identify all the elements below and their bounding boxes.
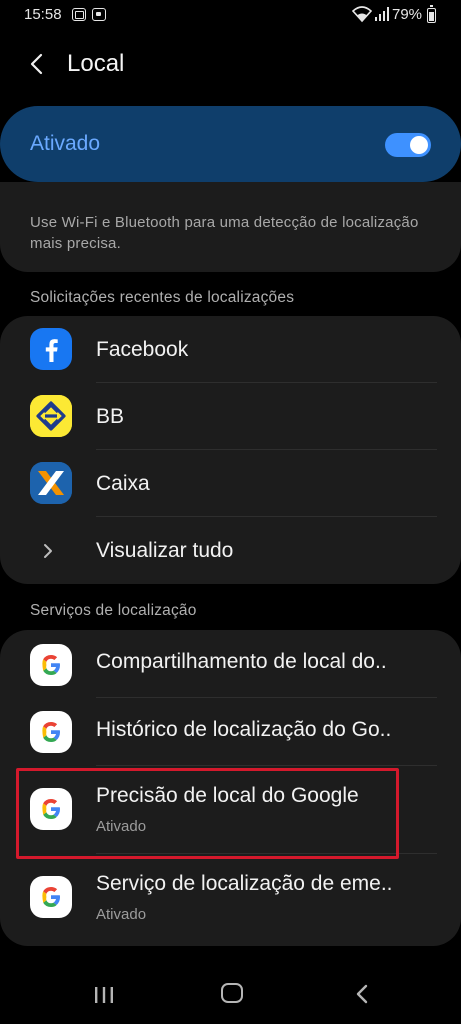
wifi-icon [352, 6, 372, 23]
service-status: Ativado [96, 906, 147, 923]
view-all-button[interactable]: Visualizar tudo [0, 517, 461, 584]
app-name: Facebook [96, 338, 189, 361]
banco-do-brasil-icon [30, 395, 72, 437]
notification-icon [92, 8, 106, 21]
accuracy-description: Use Wi-Fi e Bluetooth para uma detecção … [30, 214, 419, 252]
master-toggle-label: Ativado [30, 132, 101, 155]
system-nav-bar [0, 960, 461, 1024]
google-icon [30, 644, 72, 686]
page-title: Local [67, 50, 125, 77]
status-bar: 15:58 79% [0, 0, 461, 32]
accuracy-option-card[interactable]: Use Wi-Fi e Bluetooth para uma detecção … [0, 182, 461, 272]
app-name: BB [96, 405, 125, 428]
location-services-list: Compartilhamento de local do.. Histórico… [0, 630, 461, 946]
section-header-services: Serviços de localização [30, 602, 197, 619]
signal-icon [375, 7, 389, 21]
google-icon [30, 876, 72, 918]
google-icon [30, 788, 72, 830]
list-item-bb[interactable]: BB [0, 383, 461, 450]
battery-percent: 79% [392, 6, 423, 23]
section-header-recent: Solicitações recentes de localizações [30, 289, 295, 306]
facebook-icon [30, 328, 72, 370]
home-icon[interactable] [221, 983, 243, 1003]
google-icon [30, 711, 72, 753]
toggle-knob [410, 136, 428, 154]
recent-requests-list: Facebook BB Caixa Visualizar tudo [0, 316, 461, 584]
list-item-google-location-accuracy[interactable]: Precisão de local do Google Ativado [0, 766, 461, 854]
view-all-label: Visualizar tudo [96, 539, 234, 562]
service-status: Ativado [96, 818, 147, 835]
service-title: Precisão de local do Google [96, 784, 359, 807]
chevron-left-icon[interactable] [26, 52, 50, 76]
status-time: 15:58 [24, 6, 62, 23]
toggle-switch[interactable] [385, 133, 431, 157]
list-item-emergency-location[interactable]: Serviço de localização de eme.. Ativado [0, 854, 461, 942]
battery-icon [427, 5, 436, 23]
app-header: Local [0, 40, 461, 90]
app-name: Caixa [96, 472, 150, 495]
service-title: Compartilhamento de local do.. [96, 650, 387, 673]
list-item-location-sharing[interactable]: Compartilhamento de local do.. [0, 630, 461, 698]
service-title: Histórico de localização do Go.. [96, 718, 392, 741]
location-master-toggle[interactable]: Ativado [0, 106, 461, 182]
caixa-icon [30, 462, 72, 504]
recent-apps-icon[interactable] [92, 985, 116, 1005]
service-title: Serviço de localização de eme.. [96, 872, 393, 895]
list-item-location-history[interactable]: Histórico de localização do Go.. [0, 698, 461, 766]
list-item-caixa[interactable]: Caixa [0, 450, 461, 517]
back-icon[interactable] [354, 983, 370, 1005]
list-item-facebook[interactable]: Facebook [0, 316, 461, 383]
chevron-right-icon [44, 544, 52, 558]
notification-icon [72, 8, 86, 21]
